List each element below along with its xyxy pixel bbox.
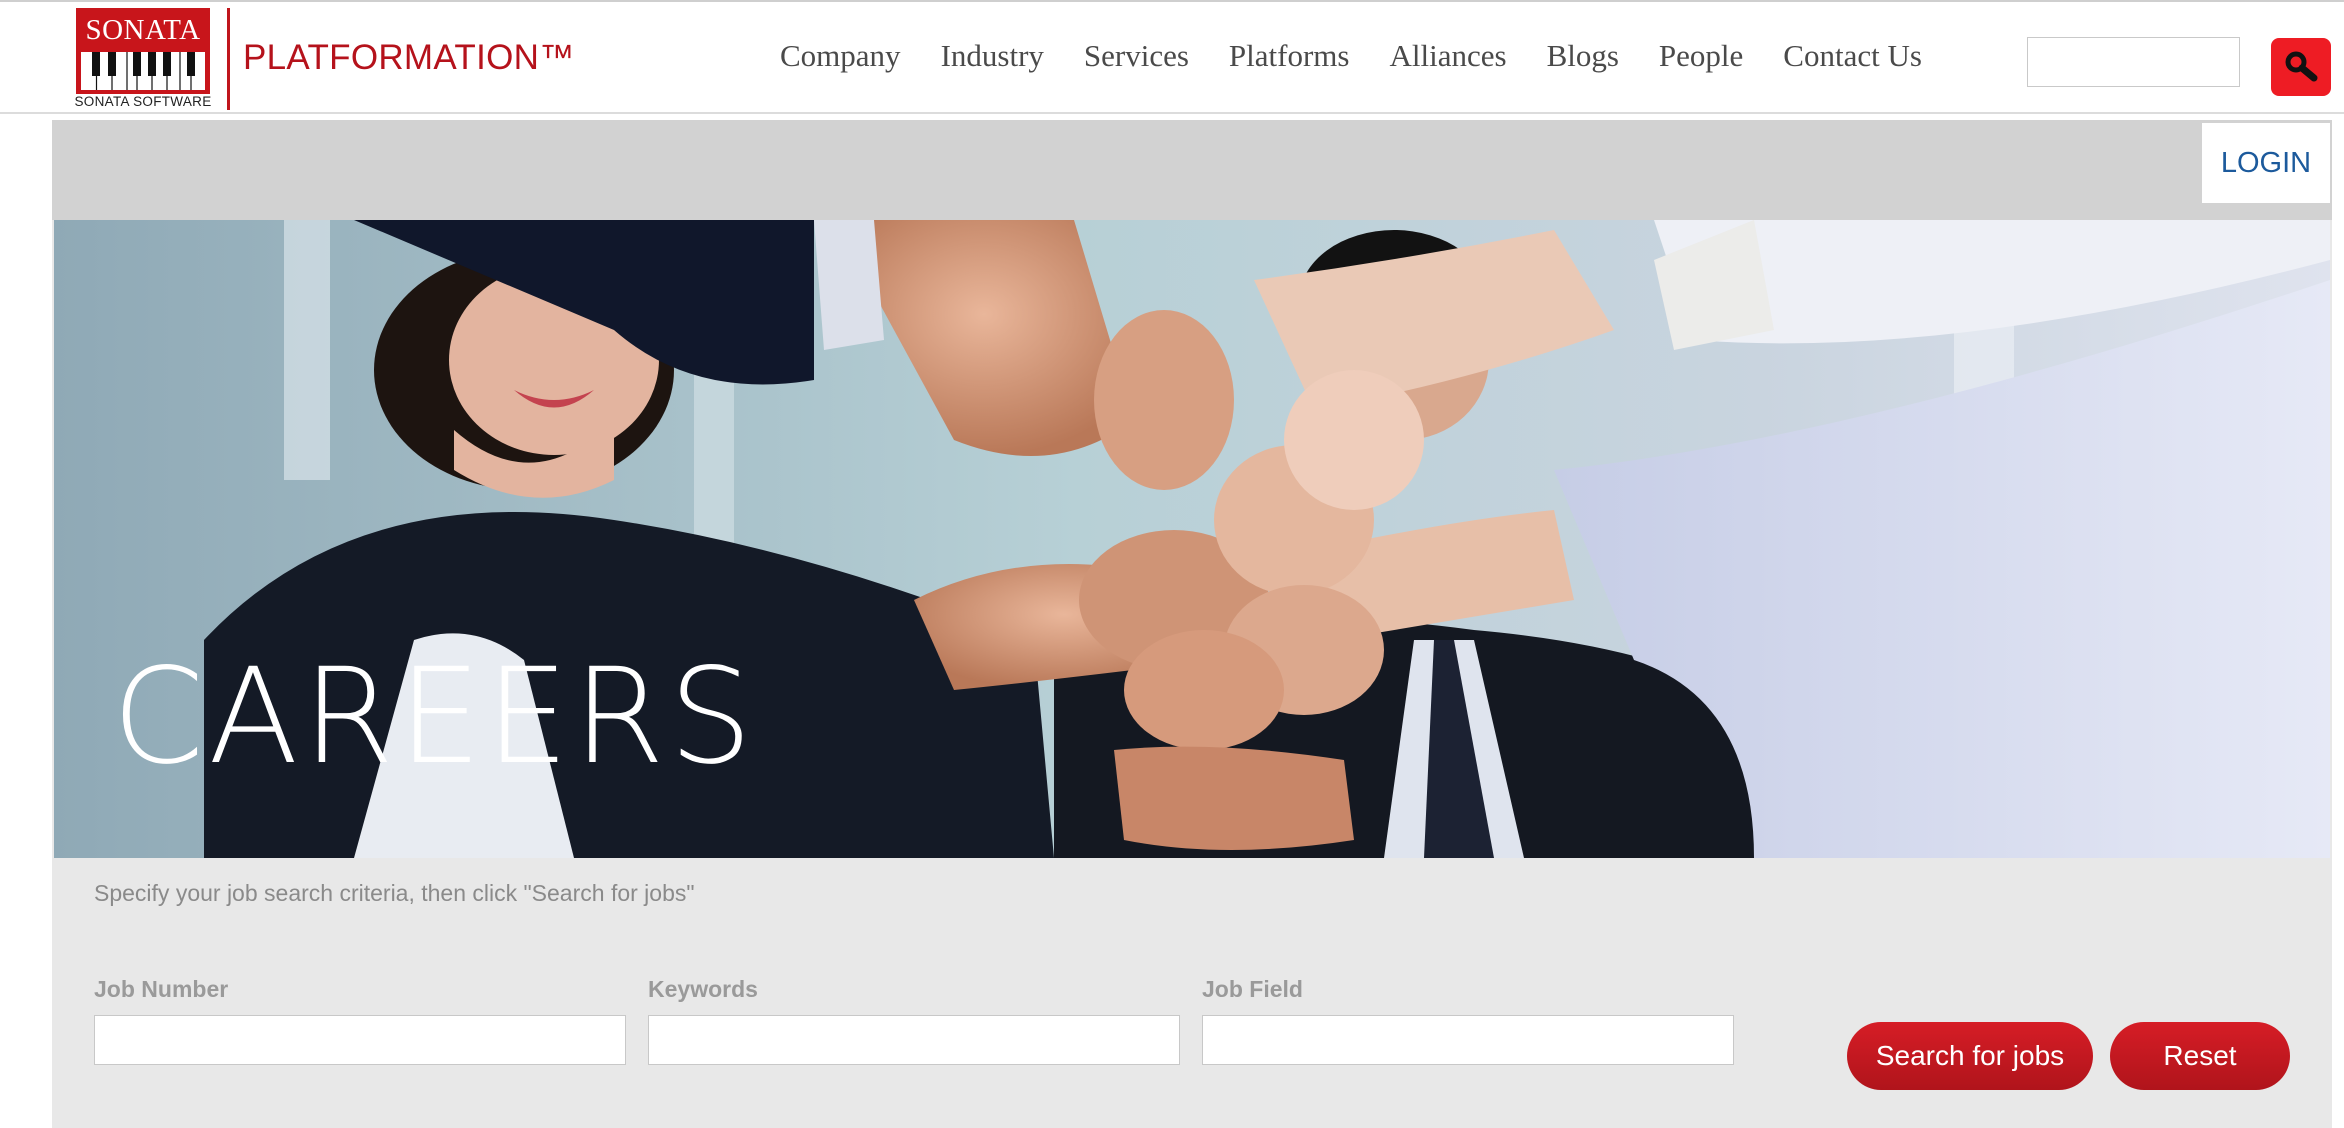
logo-badge: SONATA xyxy=(76,8,210,94)
piano-keys-icon xyxy=(81,52,205,90)
job-number-input[interactable] xyxy=(94,1015,626,1065)
nav-alliances[interactable]: Alliances xyxy=(1389,38,1506,74)
site-search-button[interactable] xyxy=(2271,38,2331,96)
login-bar: LOGIN xyxy=(52,120,2332,220)
hero-title: CAREERS xyxy=(112,640,757,794)
site-header: SONATA SONATA SOFTWARE PLATFORMATION™ Co… xyxy=(0,2,2344,114)
logo-word: SONATA xyxy=(85,14,201,46)
search-for-jobs-button[interactable]: Search for jobs xyxy=(1847,1022,2093,1090)
brand-platformation[interactable]: PLATFORMATION™ xyxy=(243,38,575,78)
magnifier-icon xyxy=(2285,51,2318,82)
sonata-logo[interactable]: SONATA SONATA SOFTWARE xyxy=(72,8,214,110)
site-search-input[interactable] xyxy=(2027,37,2240,87)
job-field-input[interactable] xyxy=(1202,1015,1734,1065)
nav-contact-us[interactable]: Contact Us xyxy=(1783,38,1922,74)
search-instructions: Specify your job search criteria, then c… xyxy=(94,880,695,906)
login-button[interactable]: LOGIN xyxy=(2202,123,2330,203)
nav-platforms[interactable]: Platforms xyxy=(1229,38,1350,74)
nav-industry[interactable]: Industry xyxy=(941,38,1044,74)
keywords-input[interactable] xyxy=(648,1015,1180,1065)
logo-divider xyxy=(227,8,230,110)
main-nav: Company Industry Services Platforms Alli… xyxy=(780,38,1922,74)
careers-panel: LOGIN CAREERS Specify your job search cr… xyxy=(52,120,2332,1128)
nav-people[interactable]: People xyxy=(1659,38,1743,74)
keywords-label: Keywords xyxy=(648,976,758,1002)
nav-company[interactable]: Company xyxy=(780,38,901,74)
job-number-label: Job Number xyxy=(94,976,229,1002)
logo-subtitle: SONATA SOFTWARE xyxy=(74,94,212,109)
nav-services[interactable]: Services xyxy=(1084,38,1189,74)
job-field-label: Job Field xyxy=(1202,976,1303,1002)
nav-blogs[interactable]: Blogs xyxy=(1547,38,1619,74)
reset-button[interactable]: Reset xyxy=(2110,1022,2290,1090)
careers-hero: CAREERS xyxy=(54,220,2330,858)
